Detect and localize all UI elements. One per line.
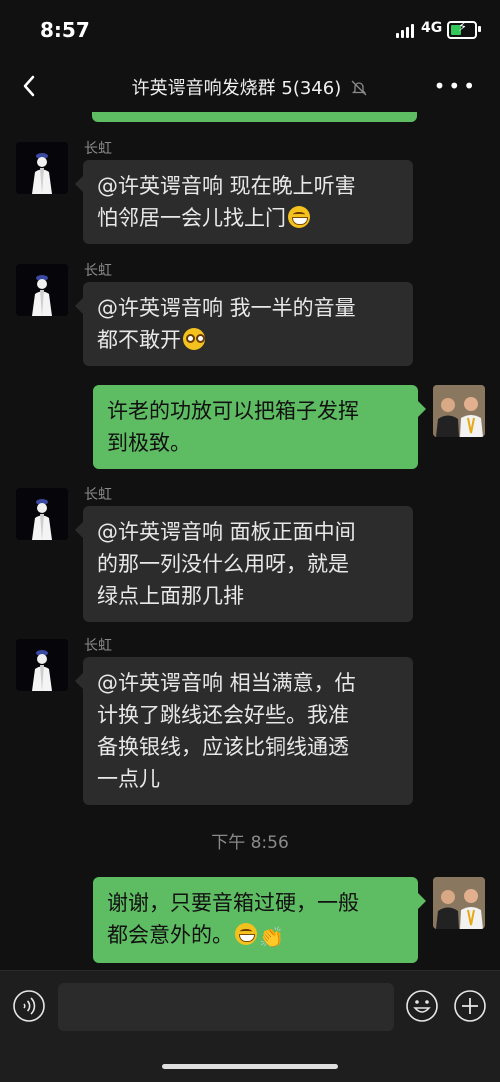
avatar[interactable] (16, 142, 68, 194)
grin-icon (288, 206, 310, 228)
message-bubble[interactable]: @许英谔音响 我一半的音量 都不敢开 (75, 282, 413, 366)
message-bubble[interactable]: 许老的功放可以把箱子发挥 到极致。 (93, 385, 426, 469)
message-line: 的那一列没什么用呀，就是 (97, 552, 349, 576)
chat-title-wrap[interactable]: 许英谔音响发烧群 5(346) (80, 74, 420, 101)
message-list[interactable]: 长虹 @许英谔音响 现在晚上听害 怕邻居一会儿找上门 长虹 @许英谔音响 我一半… (0, 112, 500, 970)
chat-title: 许英谔音响发烧群 5(346) (131, 78, 342, 99)
bell-off-icon (350, 79, 368, 101)
more-icon[interactable]: ••• (434, 74, 478, 98)
message-line: 绿点上面那几排 (97, 584, 244, 608)
message-line: 怕邻居一会儿找上门 (97, 206, 286, 230)
network-label: 4G (421, 20, 443, 36)
sender-name: 长虹 (84, 141, 112, 157)
message-line: @许英谔音响 我一半的音量 (97, 296, 356, 320)
sender-name: 长虹 (84, 638, 112, 654)
message-line: 都会意外的。 (107, 923, 233, 947)
status-time: 8:57 (40, 18, 90, 42)
message-bubble[interactable]: @许英谔音响 面板正面中间 的那一列没什么用呀，就是 绿点上面那几排 (75, 506, 413, 622)
message-line: 计换了跳线还会好些。我准 (97, 703, 349, 727)
clap-icon: 👏 (259, 925, 284, 949)
status-bar: 8:57 4G ⚡ (0, 0, 500, 60)
message-bubble[interactable]: @许英谔音响 现在晚上听害 怕邻居一会儿找上门 (75, 160, 413, 244)
message-bubble[interactable]: @许英谔音响 相当满意，估 计换了跳线还会好些。我准 备换银线，应该比铜线通透 … (75, 657, 413, 805)
avatar[interactable] (433, 877, 485, 929)
message-line: 都不敢开 (97, 328, 181, 352)
message-line: 谢谢，只要音箱过硬，一般 (107, 891, 359, 915)
signal-icon (396, 24, 416, 38)
message-line: 一点儿 (97, 767, 160, 791)
message-input[interactable] (58, 983, 394, 1031)
avatar[interactable] (433, 385, 485, 437)
shocked-icon (183, 328, 205, 350)
time-divider: 下午 8:56 (211, 833, 289, 853)
sender-name: 长虹 (84, 263, 112, 279)
message-line: @许英谔音响 面板正面中间 (97, 520, 356, 544)
message-line: 到极致。 (107, 431, 191, 455)
home-indicator (162, 1064, 338, 1069)
message-line: 许老的功放可以把箱子发挥 (107, 399, 359, 423)
back-icon[interactable] (16, 72, 44, 100)
message-line: @许英谔音响 相当满意，估 (97, 671, 356, 695)
chat-header: 许英谔音响发烧群 5(346) ••• (0, 60, 500, 112)
grin-icon (235, 923, 257, 945)
avatar[interactable] (16, 639, 68, 691)
message-line: 备换银线，应该比铜线通透 (97, 735, 349, 759)
voice-icon[interactable] (12, 989, 46, 1023)
plus-circle-icon[interactable] (453, 989, 487, 1023)
avatar[interactable] (16, 488, 68, 540)
partial-message-bubble (92, 112, 417, 122)
smiley-icon[interactable] (405, 989, 439, 1023)
message-bubble[interactable]: 谢谢，只要音箱过硬，一般 都会意外的。 👏 (93, 877, 426, 963)
sender-name: 长虹 (84, 487, 112, 503)
battery-icon: ⚡ (447, 20, 481, 39)
message-line: @许英谔音响 现在晚上听害 (97, 174, 356, 198)
avatar[interactable] (16, 264, 68, 316)
